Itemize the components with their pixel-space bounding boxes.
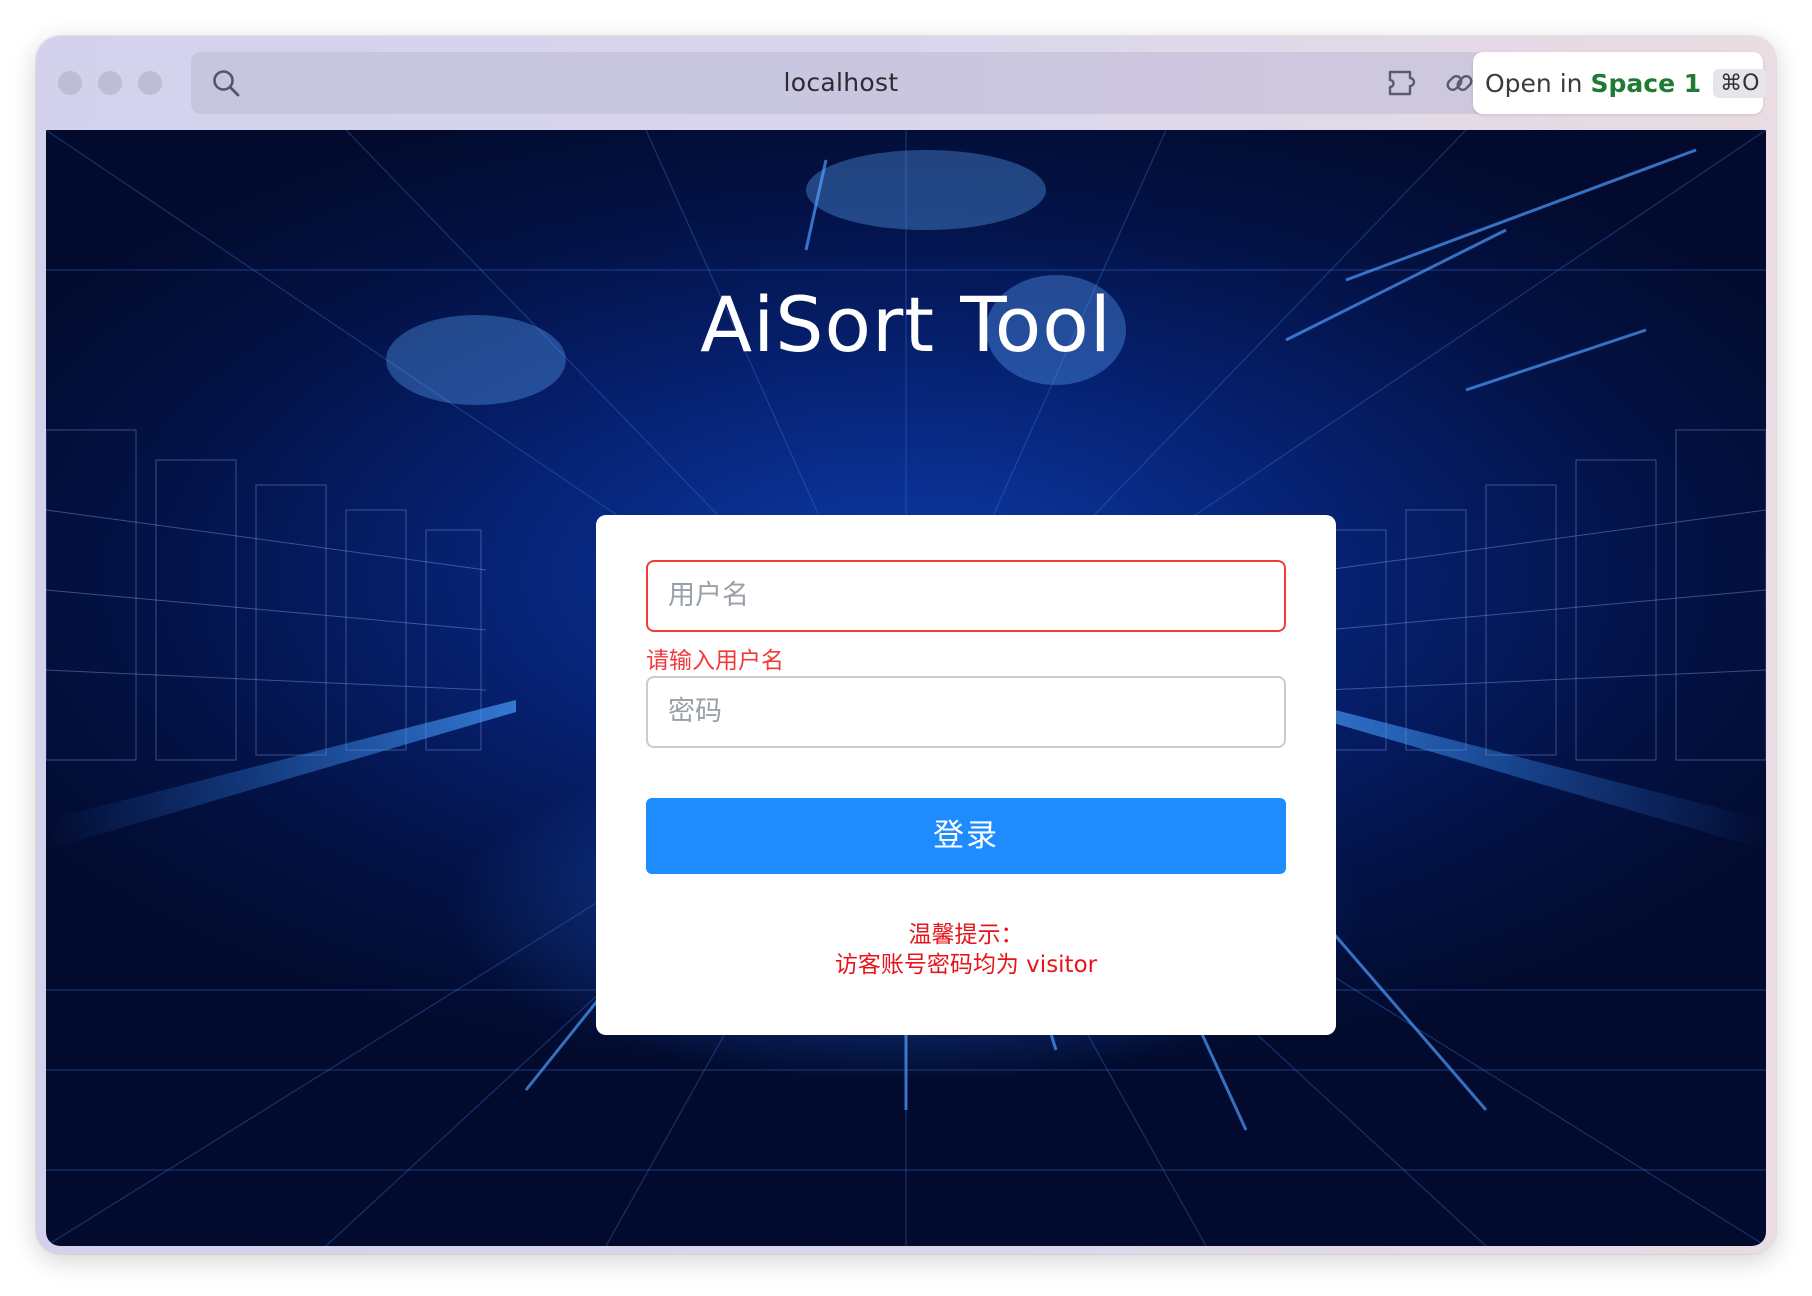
minimize-window-button[interactable] [98,71,122,95]
login-card: 用户名 请输入用户名 密码 登录 温馨提示： 访客账号密码均为 visitor [596,515,1336,1035]
puzzle-icon[interactable] [1386,65,1424,101]
close-window-button[interactable] [58,71,82,95]
hint-title: 温馨提示： [908,922,1024,948]
maximize-window-button[interactable] [138,71,162,95]
address-bar-url: localhost [783,68,899,97]
password-input[interactable]: 密码 [646,676,1286,748]
page-viewport: AiSort Tool 用户名 请输入用户名 密码 登录 温馨提示： 访客账号密… [46,130,1766,1246]
open-in-space-button[interactable]: Open in Space 1 ⌘O [1473,52,1767,114]
page-title: AiSort Tool [700,280,1112,369]
browser-window: localhost Open in Space 1 ⌘O AiSort Tool… [36,36,1776,1254]
address-bar[interactable]: localhost [191,52,1491,114]
open-in-label: Open in [1485,68,1583,98]
login-button[interactable]: 登录 [646,798,1286,874]
hint-text: 访客账号密码均为 visitor [834,952,1098,978]
username-input[interactable]: 用户名 [646,560,1286,632]
space-label: Space 1 [1590,68,1702,98]
shortcut-badge: ⌘O [1713,68,1767,98]
username-error-message: 请输入用户名 [646,648,784,674]
browser-toolbar: localhost Open in Space 1 ⌘O [36,36,1776,130]
